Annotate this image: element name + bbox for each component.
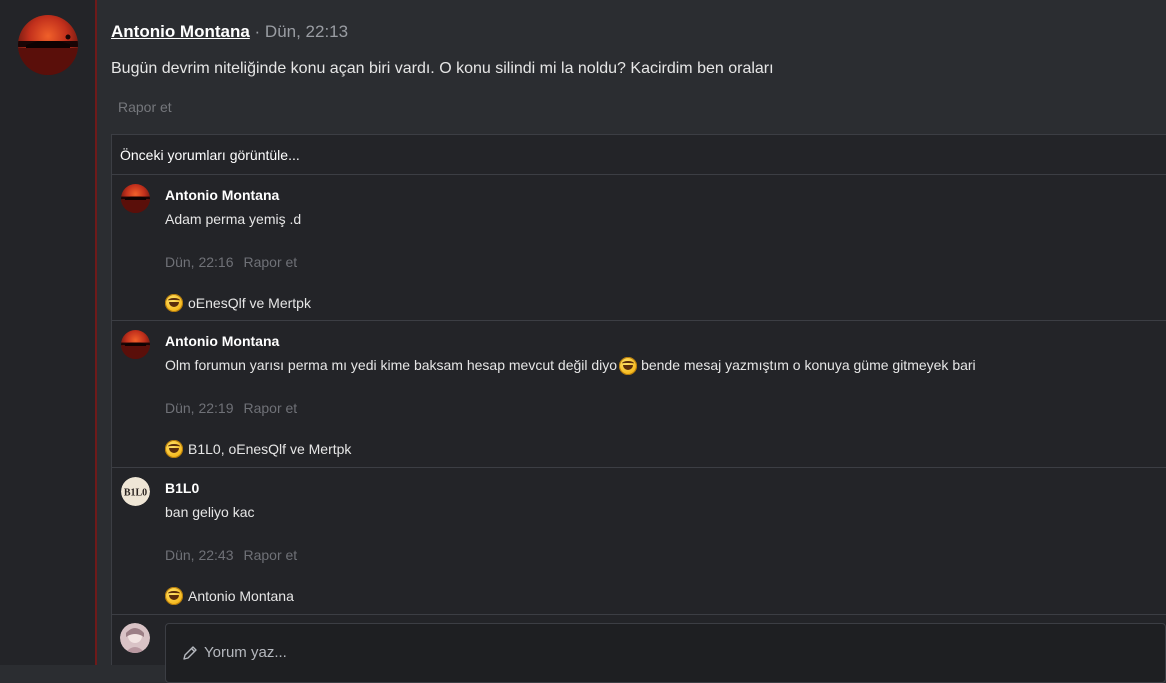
reactions-list[interactable]: Antonio Montana	[188, 588, 294, 604]
post-header: Antonio Montana · Dün, 22:13	[111, 22, 348, 42]
comment-time[interactable]: Dün, 22:43	[165, 547, 234, 563]
reactions-list[interactable]: oEnesQlf ve Mertpk	[188, 295, 311, 311]
comment-avatar[interactable]: B1L0	[121, 477, 150, 506]
current-user-avatar[interactable]	[120, 623, 150, 653]
comment-author-link[interactable]: Antonio Montana	[165, 333, 279, 349]
comment-report-link[interactable]: Rapor et	[244, 547, 298, 563]
rofl-emoji-icon	[165, 587, 183, 605]
pencil-icon	[183, 645, 197, 660]
rofl-emoji-icon	[619, 357, 638, 376]
post-author-link[interactable]: Antonio Montana	[111, 22, 250, 41]
write-comment-area: Yorum yaz...	[112, 615, 1166, 683]
comment-input[interactable]: Yorum yaz...	[165, 623, 1166, 683]
comment-text: Adam perma yemiş .d	[165, 211, 302, 227]
comment-text: Olm forumun yarısı perma mı yedi kime ba…	[165, 357, 976, 376]
rofl-emoji-icon	[165, 294, 183, 312]
rofl-emoji-icon	[165, 440, 183, 458]
comment-author-link[interactable]: Antonio Montana	[165, 187, 279, 203]
comment-meta: Dün, 22:16 Rapor et	[165, 254, 297, 270]
comment-author-link[interactable]: B1L0	[165, 480, 199, 496]
comment-meta: Dün, 22:19 Rapor et	[165, 400, 297, 416]
comment-reactions[interactable]: Antonio Montana	[165, 587, 294, 605]
comment-item: B1L0 B1L0 ban geliyo kac Dün, 22:43 Rapor…	[112, 468, 1166, 615]
comment-report-link[interactable]: Rapor et	[244, 400, 298, 416]
reactions-list[interactable]: B1L0, oEnesQlf ve Mertpk	[188, 441, 351, 457]
post-body: Bugün devrim niteliğinde konu açan biri …	[111, 60, 774, 77]
comment-text-after: bende mesaj yazmıştım o konuya güme gitm…	[641, 357, 976, 373]
post-author-avatar[interactable]	[18, 15, 78, 75]
left-rail	[0, 0, 97, 665]
post-report-link[interactable]: Rapor et	[118, 99, 172, 115]
comment-text: ban geliyo kac	[165, 504, 255, 520]
comment-reactions[interactable]: B1L0, oEnesQlf ve Mertpk	[165, 440, 351, 458]
comment-meta: Dün, 22:43 Rapor et	[165, 547, 297, 563]
avatar-monogram: B1L0	[124, 488, 147, 499]
comment-avatar[interactable]	[121, 330, 150, 359]
comment-avatar[interactable]	[121, 184, 150, 213]
comment-item: Antonio Montana Olm forumun yarısı perma…	[112, 321, 1166, 468]
comment-input-placeholder: Yorum yaz...	[182, 644, 287, 661]
comment-reactions[interactable]: oEnesQlf ve Mertpk	[165, 294, 311, 312]
comment-time[interactable]: Dün, 22:16	[165, 254, 234, 270]
post-separator: ·	[249, 22, 265, 41]
comment-item: Antonio Montana Adam perma yemiş .d Dün,…	[112, 175, 1166, 321]
comment-report-link[interactable]: Rapor et	[244, 254, 298, 270]
post-time[interactable]: Dün, 22:13	[265, 22, 348, 41]
comment-placeholder-text: Yorum yaz...	[204, 644, 287, 661]
comment-time[interactable]: Dün, 22:19	[165, 400, 234, 416]
comments-panel: Önceki yorumları görüntüle... Antonio Mo…	[111, 134, 1166, 683]
comment-text-before: Olm forumun yarısı perma mı yedi kime ba…	[165, 357, 618, 373]
previous-comments-link[interactable]: Önceki yorumları görüntüle...	[112, 135, 1166, 175]
